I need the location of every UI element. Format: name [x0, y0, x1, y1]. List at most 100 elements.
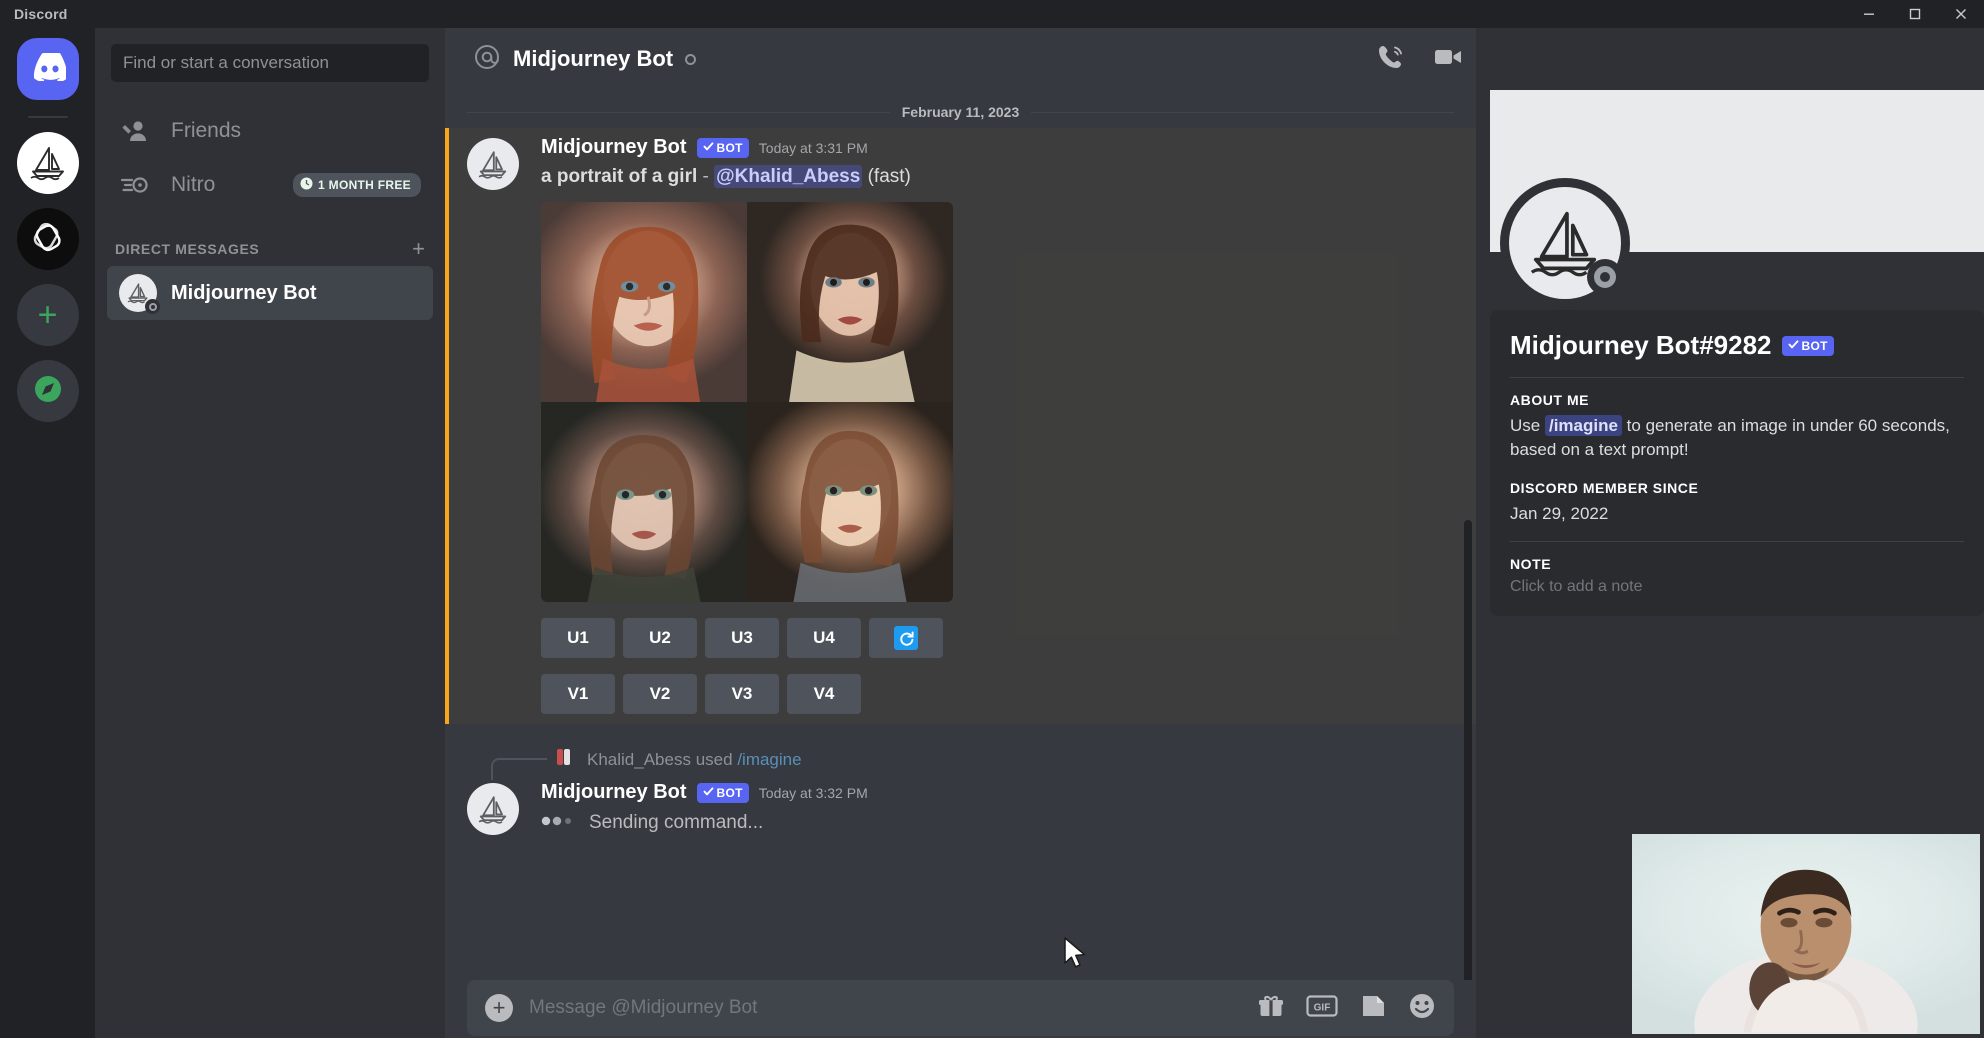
bot-badge: BOT — [1782, 336, 1834, 356]
imagine-command-chip: /imagine — [1545, 415, 1622, 436]
message-content: a portrait of a girl - @Khalid_Abess (fa… — [541, 166, 1476, 188]
mention[interactable]: @Khalid_Abess — [714, 165, 862, 188]
sailboat-icon — [26, 143, 70, 183]
variation-button-v4[interactable]: V4 — [787, 674, 861, 714]
bot-badge: BOT — [697, 138, 749, 158]
video-call-icon[interactable] — [1432, 42, 1464, 77]
discord-logo-icon — [30, 53, 66, 86]
find-conversation-placeholder: Find or start a conversation — [123, 53, 329, 73]
upscale-button-u2[interactable]: U2 — [623, 618, 697, 658]
date-divider: February 11, 2023 — [467, 104, 1454, 120]
profile-divider-1 — [1510, 377, 1964, 378]
variation-button-v1[interactable]: V1 — [541, 674, 615, 714]
message-list: February 11, 2023 — [445, 90, 1476, 980]
variation-button-v2[interactable]: V2 — [623, 674, 697, 714]
dm-sidebar: Find or start a conversation Friends — [95, 28, 445, 1038]
slash-command-icon — [553, 746, 575, 773]
direct-messages-header: DIRECT MESSAGES + — [115, 238, 425, 260]
prompt-separator: - — [703, 166, 709, 187]
status-badge — [1587, 259, 1623, 295]
avatar[interactable] — [467, 138, 519, 190]
upscale-button-row: U1 U2 U3 U4 — [541, 618, 1476, 658]
message-timestamp: Today at 3:31 PM — [759, 140, 868, 156]
server-rail: + — [0, 28, 95, 1038]
message-scrollbar[interactable] — [1464, 520, 1472, 980]
message-input[interactable]: + Message @Midjourney Bot GIF — [467, 980, 1454, 1036]
slash-command-name[interactable]: /imagine — [737, 750, 801, 769]
slash-command-user[interactable]: Khalid_Abess — [587, 750, 691, 769]
plus-circle-icon[interactable]: + — [485, 994, 513, 1022]
message-item: Midjourney Bot BOT Today at 3:31 PM a po… — [445, 128, 1476, 724]
reply-elbow — [491, 758, 547, 780]
verified-check-icon — [703, 141, 714, 155]
note-heading: NOTE — [1510, 556, 1964, 572]
find-conversation-input[interactable]: Find or start a conversation — [111, 44, 429, 82]
bot-badge-label: BOT — [1802, 339, 1828, 353]
mode-label: (fast) — [868, 166, 911, 187]
generated-image-2[interactable] — [747, 202, 953, 402]
gift-icon[interactable] — [1258, 993, 1284, 1024]
sailboat-icon — [475, 148, 511, 181]
status-circle-icon — [685, 54, 696, 65]
generated-image-1[interactable] — [541, 202, 747, 402]
sidebar-item-friends-label: Friends — [171, 119, 241, 143]
compass-icon — [31, 372, 65, 411]
sidebar-item-nitro-label: Nitro — [171, 173, 215, 197]
sidebar-item-explore[interactable] — [17, 360, 79, 422]
composer-area: + Message @Midjourney Bot GIF — [445, 980, 1476, 1038]
upscale-button-u3[interactable]: U3 — [705, 618, 779, 658]
variation-button-row: V1 V2 V3 V4 — [541, 674, 1476, 714]
avatar[interactable] — [467, 783, 519, 835]
message-author[interactable]: Midjourney Bot — [541, 136, 687, 159]
reroll-button[interactable] — [869, 618, 943, 658]
variation-button-v3[interactable]: V3 — [705, 674, 779, 714]
maximize-icon[interactable] — [1892, 0, 1938, 28]
upscale-button-u4[interactable]: U4 — [787, 618, 861, 658]
minimize-icon[interactable] — [1846, 0, 1892, 28]
composer-actions: GIF — [1258, 992, 1436, 1025]
clock-icon — [300, 177, 313, 193]
bot-badge: BOT — [697, 783, 749, 803]
close-icon[interactable] — [1938, 0, 1984, 28]
sticker-icon[interactable] — [1360, 993, 1386, 1024]
note-input[interactable]: Click to add a note — [1510, 578, 1964, 596]
bot-badge-label: BOT — [717, 786, 743, 800]
about-me-heading: ABOUT ME — [1510, 392, 1964, 408]
slash-command-used: Khalid_Abess used /imagine — [553, 746, 1476, 773]
sidebar-item-add-server[interactable]: + — [17, 284, 79, 346]
start-call-icon[interactable] — [1376, 42, 1406, 77]
app-title: Discord — [14, 6, 68, 22]
refresh-icon — [894, 626, 918, 650]
create-dm-icon[interactable]: + — [412, 238, 425, 260]
rail-divider — [28, 116, 68, 118]
sidebar-item-friends[interactable]: Friends — [107, 104, 433, 158]
sending-status-text: Sending command... — [589, 812, 763, 834]
message-header: Midjourney Bot BOT Today at 3:31 PM — [541, 136, 1476, 159]
generated-image-3[interactable] — [541, 402, 747, 602]
window-controls — [1846, 0, 1984, 28]
sidebar-item-midjourney-bot-label: Midjourney Bot — [171, 282, 317, 305]
sidebar-item-openai[interactable] — [17, 208, 79, 270]
nitro-badge: 1 MONTH FREE — [293, 173, 421, 197]
sidebar-item-nitro[interactable]: Nitro 1 MONTH FREE — [107, 158, 433, 212]
upscale-button-u1[interactable]: U1 — [541, 618, 615, 658]
sidebar-item-midjourney-bot[interactable]: Midjourney Bot — [107, 266, 433, 320]
bot-badge-label: BOT — [717, 141, 743, 155]
emoji-icon[interactable] — [1408, 992, 1436, 1025]
sidebar-item-midjourney[interactable] — [17, 132, 79, 194]
profile-username: Midjourney Bot#9282 — [1510, 330, 1772, 361]
nitro-icon — [119, 172, 153, 198]
status-badge — [145, 299, 160, 314]
generated-image-grid[interactable] — [541, 202, 953, 602]
profile-avatar[interactable] — [1500, 178, 1630, 308]
gif-icon[interactable]: GIF — [1306, 994, 1338, 1023]
message-input-placeholder: Message @Midjourney Bot — [529, 997, 757, 1019]
sidebar-item-home[interactable] — [17, 38, 79, 100]
about-me-text: Use /imagine to generate an image in und… — [1510, 414, 1964, 462]
profile-name-row: Midjourney Bot#9282 BOT — [1510, 330, 1964, 361]
generated-image-4[interactable] — [747, 402, 953, 602]
title-bar: Discord — [0, 0, 1984, 28]
message-header-2: Midjourney Bot BOT Today at 3:32 PM — [541, 781, 1476, 804]
member-since-heading: DISCORD MEMBER SINCE — [1510, 480, 1964, 496]
message-author-2[interactable]: Midjourney Bot — [541, 781, 687, 804]
